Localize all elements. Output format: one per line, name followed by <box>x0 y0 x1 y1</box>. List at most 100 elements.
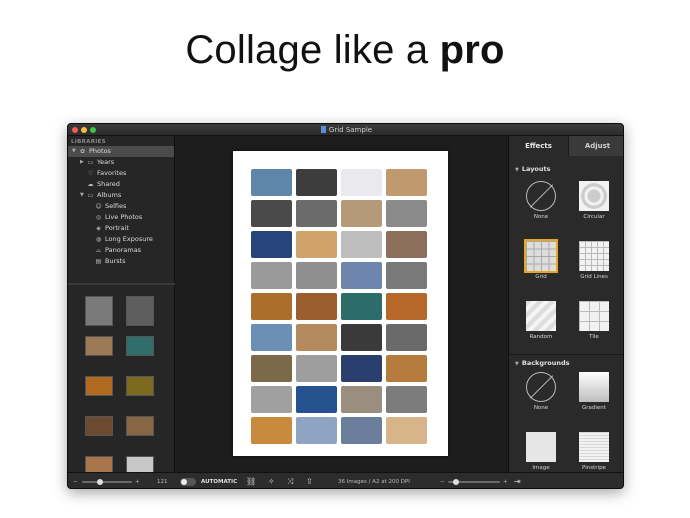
option-label: Grid <box>535 274 547 280</box>
sidebar-item-selfies[interactable]: ☺ Selfies <box>68 201 174 212</box>
photo-thumbnail[interactable] <box>85 296 113 326</box>
headline: Collage like a pro <box>0 28 690 73</box>
collage-photo[interactable] <box>386 324 427 351</box>
slider-knob[interactable] <box>452 479 459 485</box>
collage-photo[interactable] <box>386 355 427 382</box>
option-grid[interactable]: Grid <box>521 239 561 280</box>
zoom-plus[interactable]: + <box>503 473 508 488</box>
sidebar-item-portrait[interactable]: ◈ Portrait <box>68 223 174 234</box>
option-pinstripe[interactable]: Pinstripe <box>574 432 614 471</box>
disclosure-triangle-icon[interactable]: ▼ <box>72 146 76 157</box>
collage-photo[interactable] <box>386 231 427 258</box>
collage-photo[interactable] <box>341 293 382 320</box>
collage-photo[interactable] <box>341 262 382 289</box>
bursts-icon: ▤ <box>95 258 102 265</box>
option-grid-lines[interactable]: Grid Lines <box>574 241 614 280</box>
backgrounds-section-header[interactable]: ▼ Backgrounds <box>515 359 569 367</box>
zoom-slider[interactable] <box>448 479 500 485</box>
disclosure-triangle-icon[interactable]: ▼ <box>80 190 84 201</box>
collage-photo[interactable] <box>251 293 292 320</box>
sidebar-item-label: Panoramas <box>105 246 142 254</box>
collage-photo[interactable] <box>341 169 382 196</box>
collage-photo[interactable] <box>386 169 427 196</box>
option-image[interactable]: Image <box>521 432 561 471</box>
option-circular[interactable]: Circular <box>574 181 614 220</box>
collage-photo[interactable] <box>341 324 382 351</box>
share-icon[interactable]: ⇪ <box>306 473 313 488</box>
tab-adjust[interactable]: Adjust <box>568 136 623 156</box>
app-window: Grid Sample LIBRARIES ▼ ✿ Photos ▶ ▭ Years ♡ Fa… <box>67 123 624 489</box>
collage-photo[interactable] <box>341 200 382 227</box>
sidebar-item-albums[interactable]: ▼ ▭ Albums <box>68 190 174 201</box>
thumb-size-plus[interactable]: + <box>135 473 140 488</box>
collage-photo[interactable] <box>296 262 337 289</box>
collage-photo[interactable] <box>296 293 337 320</box>
collage-photo[interactable] <box>386 293 427 320</box>
collage-photo[interactable] <box>251 169 292 196</box>
collage-page[interactable] <box>233 151 448 456</box>
collage-photo[interactable] <box>296 417 337 444</box>
disclosure-triangle-icon[interactable]: ▶ <box>80 157 84 168</box>
collage-photo[interactable] <box>386 200 427 227</box>
collage-photo[interactable] <box>251 231 292 258</box>
magic-wand-icon[interactable]: ✧ <box>268 473 275 488</box>
link-icon[interactable]: ⛓ <box>246 473 256 488</box>
canvas-area <box>175 136 508 472</box>
sidebar-divider[interactable] <box>68 283 175 285</box>
collage-photo[interactable] <box>296 200 337 227</box>
collage-photo[interactable] <box>251 324 292 351</box>
collage-photo[interactable] <box>296 169 337 196</box>
zoom-minus[interactable]: − <box>440 473 445 488</box>
layouts-section-header[interactable]: ▼ Layouts <box>515 165 551 173</box>
collage-photo[interactable] <box>296 231 337 258</box>
collage-photo[interactable] <box>296 324 337 351</box>
document-icon <box>320 126 326 133</box>
tab-effects[interactable]: Effects <box>509 136 568 156</box>
collage-photo[interactable] <box>251 200 292 227</box>
sidebar-item-shared[interactable]: ☁ Shared <box>68 179 174 190</box>
slider-knob[interactable] <box>97 479 104 485</box>
sidebar-toggle-icon[interactable]: ⇥ <box>514 473 521 488</box>
sidebar-item-label: Favorites <box>97 169 127 177</box>
shuffle-icon[interactable]: ⤨ <box>287 473 293 488</box>
sidebar-item-live-photos[interactable]: ◎ Live Photos <box>68 212 174 223</box>
pinstripe-preview <box>579 432 609 462</box>
photo-thumbnail[interactable] <box>85 376 113 396</box>
collage-photo[interactable] <box>251 355 292 382</box>
automatic-toggle[interactable] <box>180 478 196 486</box>
option-none[interactable]: None <box>521 372 561 411</box>
collage-photo[interactable] <box>251 386 292 413</box>
option-tile[interactable]: Tile <box>574 301 614 340</box>
headline-prefix: Collage like a <box>185 28 440 72</box>
photo-thumbnail[interactable] <box>85 416 113 436</box>
sidebar-item-panoramas[interactable]: ⌓ Panoramas <box>68 245 174 256</box>
photo-thumbnail[interactable] <box>85 336 113 356</box>
collage-photo[interactable] <box>251 417 292 444</box>
sidebar-item-favorites[interactable]: ♡ Favorites <box>68 168 174 179</box>
collage-photo[interactable] <box>296 355 337 382</box>
collage-photo[interactable] <box>341 231 382 258</box>
option-label: Random <box>529 334 553 340</box>
collage-photo[interactable] <box>386 386 427 413</box>
photo-thumbnail[interactable] <box>126 376 154 396</box>
photo-thumbnail[interactable] <box>126 416 154 436</box>
collage-photo[interactable] <box>341 386 382 413</box>
collage-photo[interactable] <box>296 386 337 413</box>
sidebar-item-long-exposure[interactable]: ◍ Long Exposure <box>68 234 174 245</box>
sidebar-item-photos[interactable]: ▼ ✿ Photos <box>68 146 174 157</box>
photo-thumbnail[interactable] <box>126 336 154 356</box>
collage-photo[interactable] <box>386 262 427 289</box>
thumb-size-minus[interactable]: − <box>73 473 78 488</box>
option-none[interactable]: None <box>521 181 561 220</box>
photos-icon: ✿ <box>79 148 86 155</box>
photo-thumbnail[interactable] <box>126 296 154 326</box>
sidebar-item-years[interactable]: ▶ ▭ Years <box>68 157 174 168</box>
collage-photo[interactable] <box>341 355 382 382</box>
sidebar-item-bursts[interactable]: ▤ Bursts <box>68 256 174 267</box>
option-random[interactable]: Random <box>521 301 561 340</box>
collage-photo[interactable] <box>341 417 382 444</box>
thumbnail-size-slider[interactable] <box>82 479 132 485</box>
option-gradient[interactable]: Gradient <box>574 372 614 411</box>
collage-photo[interactable] <box>386 417 427 444</box>
collage-photo[interactable] <box>251 262 292 289</box>
